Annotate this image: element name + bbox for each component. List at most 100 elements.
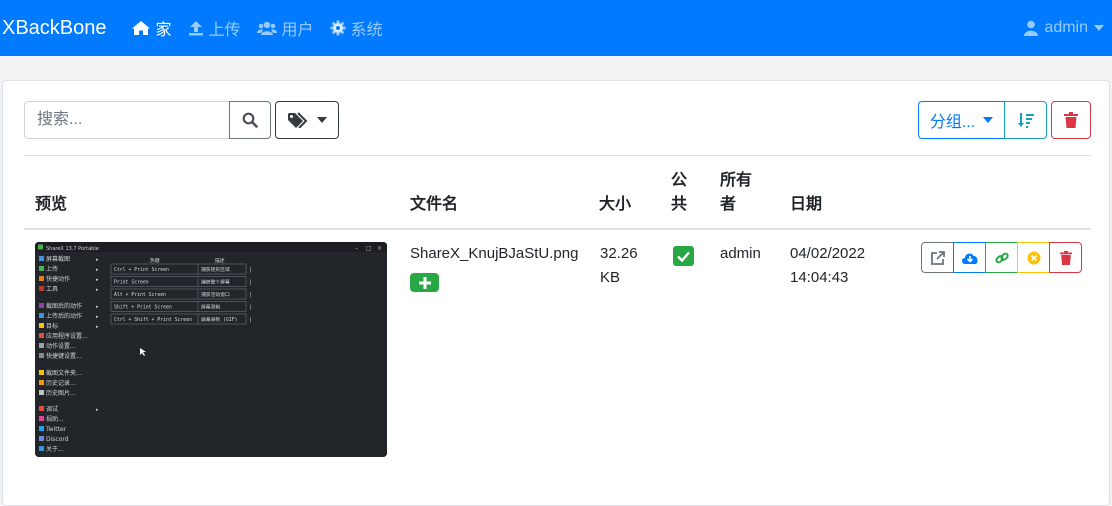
- times-circle-icon: [1027, 251, 1040, 264]
- file-size-unit: KB: [600, 269, 621, 286]
- delete-file-button[interactable]: [1049, 242, 1082, 273]
- unpublish-button[interactable]: [1017, 242, 1050, 273]
- user-name: admin: [1044, 19, 1088, 36]
- user-menu[interactable]: admin: [1024, 0, 1104, 56]
- file-owner: admin: [720, 245, 761, 262]
- file-date: 04/02/2022 14:04:43: [790, 242, 865, 290]
- toolbar-divider: [24, 155, 1091, 156]
- cog-icon: [330, 20, 346, 36]
- plus-icon: [418, 276, 431, 289]
- row-actions: [921, 242, 1082, 273]
- svg-text:工具: 工具: [46, 286, 58, 293]
- svg-text:描述: 描述: [215, 257, 225, 264]
- svg-text:捕获矩形区域: 捕获矩形区域: [201, 266, 230, 273]
- svg-text:热键: 热键: [150, 257, 160, 264]
- add-tag-button[interactable]: [410, 273, 439, 292]
- svg-text:|: |: [249, 317, 252, 323]
- nav-item-label: 系统: [350, 22, 383, 39]
- column-header-filename: 文件名: [410, 196, 459, 213]
- svg-text:Ctrl + Print Screen: Ctrl + Print Screen: [114, 267, 169, 273]
- svg-text:调试: 调试: [46, 405, 58, 413]
- nav-item-home[interactable]: 家: [131, 16, 172, 40]
- search-button[interactable]: [229, 101, 271, 139]
- search-input[interactable]: [24, 101, 230, 139]
- media-card: 分组... 预览 文件名 大小 公 共 所有 者 日期 ShareX 13.7 …: [2, 80, 1110, 506]
- column-header-owner-line: 者: [720, 196, 737, 213]
- column-header-owner: 所有 者: [720, 169, 752, 217]
- svg-text:|: |: [249, 280, 252, 286]
- svg-text:上传: 上传: [46, 265, 58, 273]
- copy-link-button[interactable]: [985, 242, 1018, 273]
- nav-item-label: 用户: [281, 22, 314, 39]
- trash-icon: [1059, 250, 1072, 265]
- user-icon: [1024, 20, 1039, 36]
- external-link-icon: [930, 250, 945, 265]
- svg-text:快捷键设置...: 快捷键设置...: [46, 352, 82, 360]
- nav-item-label: 上传: [208, 22, 241, 39]
- brand-link[interactable]: XBackBone: [2, 17, 107, 40]
- file-date-day: 04/02/2022: [790, 245, 866, 262]
- svg-text:历史图片...: 历史图片...: [46, 389, 76, 397]
- cloud-download-icon: [961, 253, 978, 264]
- svg-text:关于...: 关于...: [46, 445, 64, 453]
- svg-text:应用程序设置...: 应用程序设置...: [46, 332, 88, 340]
- preview-thumbnail[interactable]: ShareX 13.7 Portable – □ × 屏幕截图 ▸ 上传 ▸ 快捷动作 ▸…: [35, 242, 387, 457]
- svg-text:Alt + Print Screen: Alt + Print Screen: [114, 292, 166, 298]
- svg-text:屏幕录制: 屏幕录制: [201, 304, 220, 311]
- column-header-public-line: 公: [671, 172, 688, 189]
- svg-text:|: |: [249, 267, 252, 273]
- download-button[interactable]: [953, 242, 986, 273]
- sort-order-button[interactable]: [1004, 101, 1047, 139]
- svg-text:屏幕截图: 屏幕截图: [46, 255, 70, 263]
- tags-filter-button[interactable]: [275, 101, 339, 139]
- svg-text:目标: 目标: [46, 322, 58, 330]
- svg-text:Print Screen: Print Screen: [114, 280, 149, 286]
- svg-text:Discord: Discord: [46, 436, 69, 443]
- svg-text:捕获整个屏幕: 捕获整个屏幕: [201, 279, 230, 286]
- public-toggle-checkbox[interactable]: [673, 246, 694, 266]
- svg-text:截图后的动作: 截图后的动作: [46, 302, 82, 310]
- column-header-owner-line: 所有: [720, 172, 753, 189]
- search-group: [24, 101, 339, 139]
- svg-text:捕获活动窗口: 捕获活动窗口: [201, 291, 230, 298]
- svg-text:捐助...: 捐助...: [46, 415, 64, 423]
- users-icon: [256, 21, 277, 35]
- home-icon: [131, 21, 150, 35]
- nav-item-system[interactable]: 系统: [330, 16, 383, 40]
- nav-item-label: 家: [155, 22, 172, 39]
- delete-selected-button[interactable]: [1051, 101, 1091, 139]
- svg-text:截图文件夹...: 截图文件夹...: [46, 369, 82, 377]
- svg-text:□: □: [366, 245, 372, 252]
- svg-text:快捷动作: 快捷动作: [46, 275, 70, 283]
- svg-text:历史记录...: 历史记录...: [46, 379, 76, 387]
- nav-menu: 家 上传 用户 系统: [131, 16, 399, 40]
- chevron-down-icon: [1094, 25, 1104, 31]
- table-header-rule: [24, 228, 1091, 230]
- svg-text:×: ×: [377, 245, 382, 252]
- nav-item-upload[interactable]: 上传: [188, 16, 241, 40]
- column-header-public: 公 共: [671, 169, 687, 217]
- tags-icon: [288, 112, 308, 128]
- nav-item-users[interactable]: 用户: [256, 16, 314, 40]
- column-header-size: 大小: [599, 196, 632, 213]
- svg-text:上传后的动作: 上传后的动作: [46, 312, 82, 320]
- open-link-button[interactable]: [921, 242, 954, 273]
- column-header-date: 日期: [790, 196, 823, 213]
- link-icon: [994, 252, 1009, 263]
- check-icon: [677, 251, 690, 262]
- search-icon: [242, 112, 258, 128]
- group-by-dropdown[interactable]: 分组...: [918, 101, 1005, 139]
- trash-icon: [1064, 112, 1078, 128]
- svg-text:Shift + Print Screen: Shift + Print Screen: [114, 305, 172, 311]
- svg-text:|: |: [249, 305, 252, 311]
- file-name-link[interactable]: ShareX_KnujBJaStU.png: [410, 242, 578, 266]
- svg-text:动作设置...: 动作设置...: [46, 342, 76, 350]
- svg-text:Ctrl + Shift + Print Screen: Ctrl + Shift + Print Screen: [114, 317, 192, 323]
- file-size-value: 32.26: [600, 245, 638, 262]
- column-header-preview: 预览: [35, 196, 68, 213]
- sort-amount-icon: [1017, 113, 1034, 128]
- svg-text:屏幕录制 (GIF): 屏幕录制 (GIF): [201, 316, 238, 323]
- sharex-screenshot-image: ShareX 13.7 Portable – □ × 屏幕截图 ▸上传 ▸快捷动作 ▸…: [35, 242, 387, 457]
- svg-text:|: |: [249, 292, 252, 298]
- svg-text:–: –: [355, 245, 358, 252]
